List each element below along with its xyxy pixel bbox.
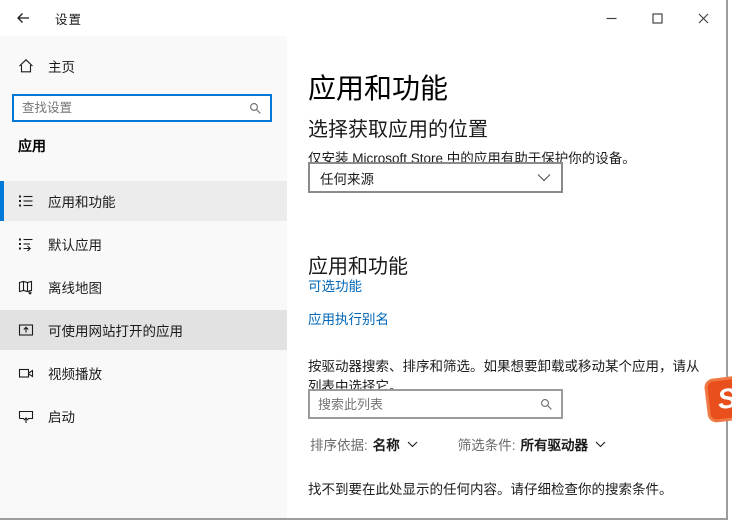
- settings-window: 设置 主页: [0, 0, 728, 520]
- sidebar-item-label: 应用和功能: [48, 191, 116, 211]
- app-source-dropdown[interactable]: 任何来源: [308, 162, 563, 193]
- app-execution-aliases-link[interactable]: 应用执行别名: [308, 308, 389, 328]
- filter-by-value[interactable]: 所有驱动器: [521, 434, 589, 454]
- settings-search-input[interactable]: [14, 101, 248, 115]
- list-search-box: [308, 389, 563, 419]
- filter-by-label: 筛选条件:: [458, 434, 516, 454]
- chevron-down-icon[interactable]: [595, 441, 606, 448]
- arrow-left-icon: [15, 10, 31, 26]
- sidebar-item-label: 默认应用: [48, 234, 102, 254]
- video-playback-icon: [18, 365, 34, 381]
- window-controls: [588, 0, 726, 36]
- back-button[interactable]: [0, 0, 46, 36]
- sidebar-item-video-playback[interactable]: 视频播放: [0, 353, 287, 393]
- chevron-down-icon: [537, 173, 551, 182]
- sidebar-item-label: 主页: [48, 56, 75, 76]
- chevron-down-icon[interactable]: [407, 441, 418, 448]
- app-source-dropdown-value: 任何来源: [310, 168, 537, 188]
- sort-by-value[interactable]: 名称: [373, 434, 400, 454]
- close-icon: [698, 13, 709, 24]
- sidebar-item-label: 离线地图: [48, 277, 102, 297]
- list-search-input[interactable]: [310, 397, 539, 412]
- sidebar-item-default-apps[interactable]: 默认应用: [0, 224, 287, 264]
- sidebar-item-startup[interactable]: 启动: [0, 396, 287, 436]
- sidebar-item-label: 启动: [48, 406, 75, 426]
- maximize-button[interactable]: [634, 0, 680, 36]
- default-apps-icon: [18, 236, 34, 252]
- window-title: 设置: [55, 9, 82, 28]
- apps-features-icon: [18, 193, 34, 209]
- sidebar-item-apps-for-websites[interactable]: 可使用网站打开的应用: [0, 310, 287, 350]
- sidebar-item-label: 可使用网站打开的应用: [48, 320, 183, 340]
- minimize-button[interactable]: [588, 0, 634, 36]
- titlebar: 设置: [0, 0, 726, 36]
- apps-for-websites-icon: [18, 322, 34, 338]
- sidebar-nav: 应用和功能 默认应用 离线地图 可使用网站打开的应用: [0, 181, 287, 439]
- settings-search-box: [12, 94, 272, 122]
- watermark-letter: S: [716, 384, 732, 414]
- sidebar-item-apps-features[interactable]: 应用和功能: [0, 181, 287, 221]
- search-icon: [248, 101, 262, 115]
- sidebar-item-offline-maps[interactable]: 离线地图: [0, 267, 287, 307]
- minimize-icon: [606, 13, 617, 24]
- sort-filter-row: 排序依据: 名称 筛选条件: 所有驱动器: [310, 434, 606, 454]
- sidebar-item-home[interactable]: 主页: [0, 48, 287, 84]
- home-icon: [18, 58, 34, 74]
- startup-icon: [18, 408, 34, 424]
- optional-features-link[interactable]: 可选功能: [308, 275, 362, 295]
- main-content: 应用和功能 选择获取应用的位置 仅安装 Microsoft Store 中的应用…: [308, 36, 726, 518]
- maximize-icon: [652, 13, 663, 24]
- empty-list-message: 找不到要在此处显示的任何内容。请仔细检查你的搜索条件。: [308, 480, 728, 500]
- sidebar: 主页 应用 应用和功能 默认应用: [0, 36, 287, 518]
- sidebar-section-label: 应用: [18, 136, 46, 156]
- offline-maps-icon: [18, 279, 34, 295]
- close-button[interactable]: [680, 0, 726, 36]
- choose-location-heading: 选择获取应用的位置: [308, 113, 488, 142]
- search-icon: [539, 397, 553, 411]
- page-title: 应用和功能: [308, 67, 448, 107]
- sort-by-label: 排序依据:: [310, 434, 368, 454]
- sidebar-item-label: 视频播放: [48, 363, 102, 383]
- watermark-badge: S: [703, 375, 732, 424]
